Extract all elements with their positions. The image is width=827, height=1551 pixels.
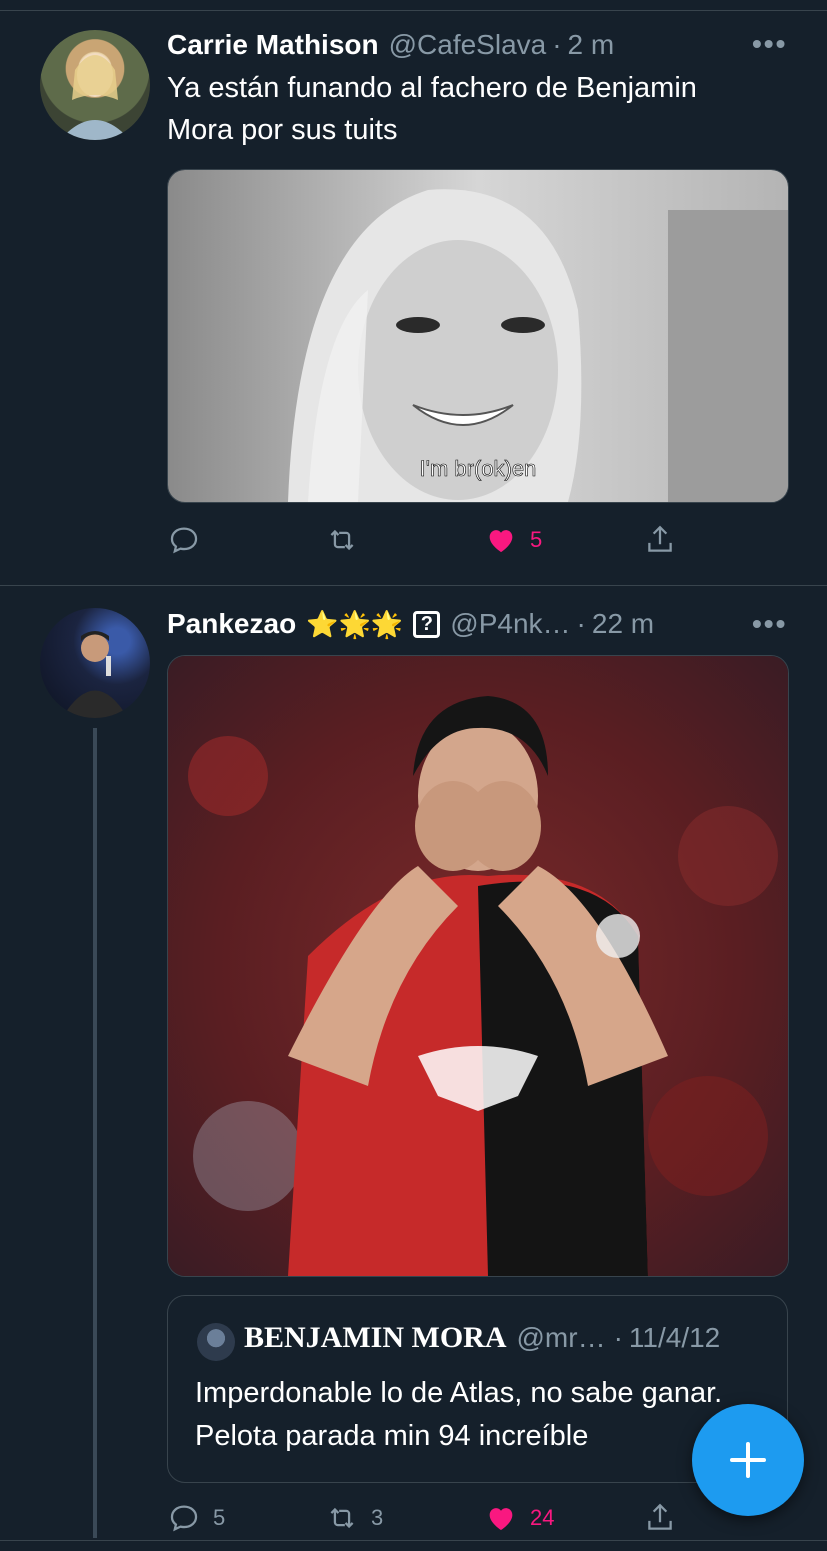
tweet-divider xyxy=(0,585,827,586)
quoted-header: BENJAMIN MORA @mr… · 11/4/12 xyxy=(244,1321,720,1355)
display-name[interactable]: Carrie Mathison xyxy=(167,29,379,61)
quoted-date: 11/4/12 xyxy=(628,1322,721,1353)
separator-dot: · xyxy=(552,29,562,60)
more-options-icon[interactable]: ••• xyxy=(752,608,787,640)
plus-icon xyxy=(730,1442,766,1478)
retweet-button[interactable] xyxy=(325,523,371,557)
share-icon xyxy=(648,1503,672,1530)
like-button[interactable]: 5 xyxy=(484,523,542,557)
like-button[interactable]: 24 xyxy=(484,1501,554,1535)
retweet-icon xyxy=(330,529,354,551)
tweet-media[interactable] xyxy=(167,655,789,1277)
separator-dot: · xyxy=(613,1322,623,1353)
tweet-header: Carrie Mathison @CafeSlava · 2 m xyxy=(167,25,614,65)
avatar-image xyxy=(62,631,128,718)
reply-icon xyxy=(170,1505,198,1532)
heart-filled-icon xyxy=(489,530,513,553)
like-count: 24 xyxy=(530,1505,555,1530)
media-image-girl: I'm br(ok)en xyxy=(168,170,788,502)
share-button[interactable] xyxy=(643,523,677,557)
top-divider xyxy=(0,10,827,11)
avatar-pankezao[interactable] xyxy=(40,608,150,718)
quoted-handle: @mr… xyxy=(516,1322,606,1353)
media-image-player xyxy=(168,656,788,1276)
like-count: 5 xyxy=(530,527,543,552)
tweet-text: Ya están funando al fachero de Benjamin … xyxy=(167,72,697,146)
reply-count: 5 xyxy=(213,1505,226,1530)
reply-button[interactable] xyxy=(167,523,213,557)
share-button[interactable] xyxy=(643,1501,677,1535)
quoted-avatar[interactable] xyxy=(197,1323,235,1361)
user-handle[interactable]: @P4nk… xyxy=(450,608,570,640)
heart-filled-icon xyxy=(489,1508,513,1531)
avatar-carrie[interactable] xyxy=(40,30,150,140)
user-handle[interactable]: @CafeSlava xyxy=(389,29,547,61)
timestamp[interactable]: 2 m xyxy=(568,29,615,61)
separator-dot: · xyxy=(576,608,586,639)
timestamp[interactable]: 22 m xyxy=(592,608,654,640)
retweet-icon xyxy=(330,1507,354,1529)
star-emojis: ⭐🌟🌟 xyxy=(306,608,404,639)
tweet-actions: 5 xyxy=(167,523,727,563)
tweet-header: Pankezao ⭐🌟🌟 ? @P4nk… · 22 m xyxy=(167,604,654,644)
display-name[interactable]: Pankezao xyxy=(167,608,296,640)
reply-icon xyxy=(170,527,198,554)
media-caption: I'm br(ok)en xyxy=(420,456,537,481)
share-icon xyxy=(648,525,672,552)
bottom-divider xyxy=(0,1540,827,1541)
reply-button[interactable]: 5 xyxy=(167,1501,225,1535)
avatar-image xyxy=(60,53,130,140)
retweet-button[interactable]: 3 xyxy=(325,1501,383,1535)
more-options-icon[interactable]: ••• xyxy=(752,28,787,60)
tweet-media[interactable]: I'm br(ok)en xyxy=(167,169,789,503)
retweet-count: 3 xyxy=(371,1505,384,1530)
quoted-display-name: BENJAMIN MORA xyxy=(244,1321,507,1354)
thread-line xyxy=(93,728,97,1538)
question-badge-icon: ? xyxy=(413,610,441,638)
compose-tweet-button[interactable] xyxy=(692,1404,804,1516)
tweet-actions: 5 3 24 xyxy=(167,1501,727,1541)
